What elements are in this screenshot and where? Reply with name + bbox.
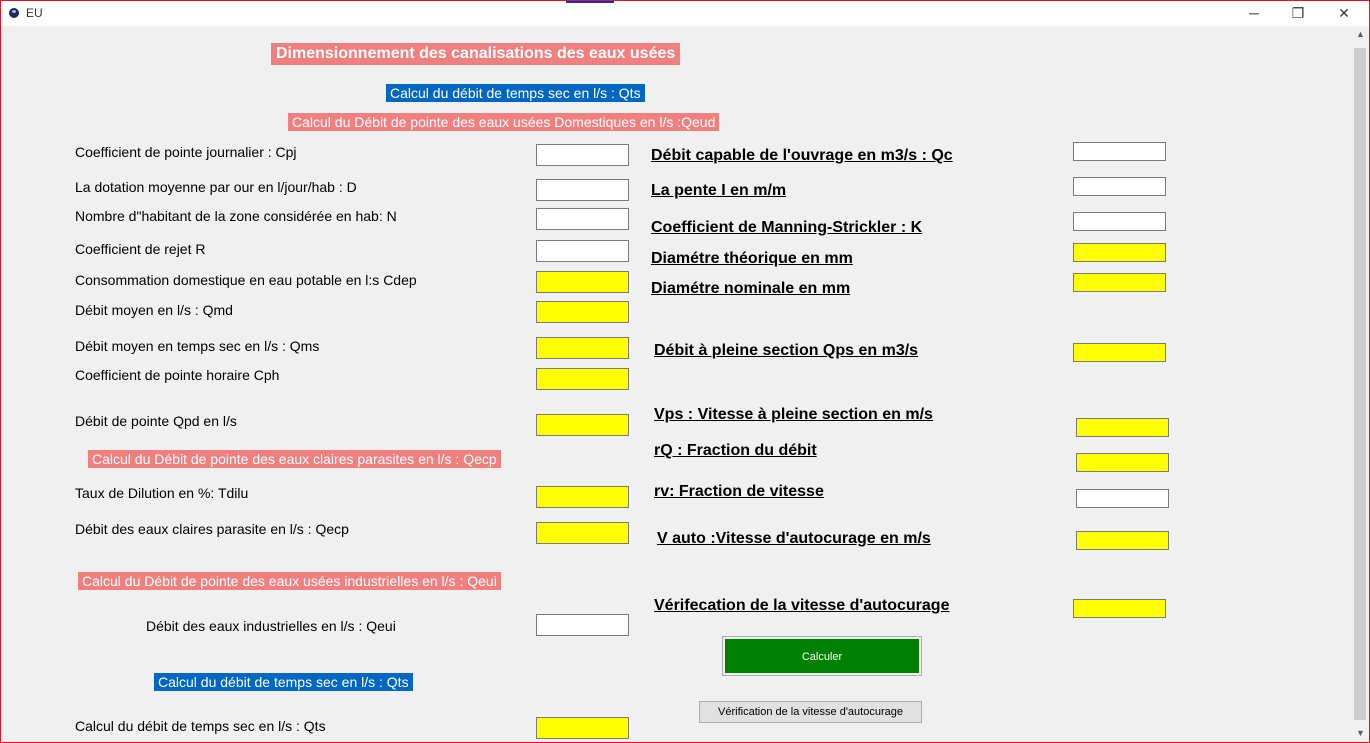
vertical-scrollbar[interactable]: ▲ ▼ [1352, 26, 1369, 742]
form-client-area: Dimensionnement des canalisations des ea… [1, 26, 1351, 742]
label-rq: rQ : Fraction du débit [654, 442, 817, 459]
input-qeui[interactable] [536, 614, 629, 636]
output-cdep[interactable] [536, 271, 629, 293]
input-coef-rejet[interactable] [536, 240, 629, 262]
label-cpj: Coefficient de pointe journalier : Cpj [75, 144, 297, 160]
label-qc: Débit capable de l'ouvrage en m3/s : Qc [651, 147, 953, 164]
label-vps: Vps : Vitesse à pleine section en m/s [654, 406, 933, 423]
calculer-button-label: Calculer [725, 639, 919, 673]
output-diam-nominale[interactable] [1073, 273, 1166, 292]
label-dotation: La dotation moyenne par our en l/jour/ha… [75, 179, 357, 195]
output-verification[interactable] [1073, 599, 1166, 618]
label-qps: Débit à pleine section Qps en m3/s [654, 342, 919, 359]
input-habitants[interactable] [536, 208, 629, 230]
close-button[interactable]: ✕ [1321, 1, 1367, 26]
label-pente: La pente I en m/m [651, 182, 787, 199]
label-manning: Coefficient de Manning-Strickler : K [651, 219, 923, 236]
output-qpd[interactable] [536, 414, 629, 436]
label-habitants: Nombre d"habitant de la zone considérée … [75, 208, 397, 224]
label-cph: Coefficient de pointe horaire Cph [75, 367, 280, 383]
input-dotation[interactable] [536, 179, 629, 201]
label-qecp: Débit des eaux claires parasite en l/s :… [75, 521, 349, 537]
output-qts[interactable] [536, 717, 629, 739]
app-icon [9, 8, 19, 18]
label-rv: rv: Fraction de vitesse [654, 483, 824, 500]
window-title: EU [26, 6, 43, 20]
output-tdilu[interactable] [536, 486, 629, 508]
section-header-qeud: Calcul du Débit de pointe des eaux usées… [288, 113, 720, 131]
scroll-thumb[interactable] [1354, 48, 1366, 720]
label-verification: Vérifecation de la vitesse d'autocurage [654, 597, 950, 614]
output-v-auto[interactable] [1076, 531, 1169, 550]
input-pente[interactable] [1073, 177, 1166, 196]
output-qecp[interactable] [536, 522, 629, 544]
label-qmd: Débit moyen en l/s : Qmd [75, 302, 233, 318]
label-cdep: Consommation domestique en eau potable e… [75, 272, 417, 288]
input-qc[interactable] [1073, 142, 1166, 161]
calculer-button[interactable]: Calculer [722, 636, 922, 676]
output-cph[interactable] [536, 368, 629, 390]
label-qpd: Débit de pointe Qpd en l/s [75, 413, 237, 429]
label-diam-nominale: Diamétre nominale en mm [651, 280, 851, 297]
title-accent-line [566, 1, 614, 3]
scroll-up-arrow-icon[interactable]: ▲ [1352, 26, 1369, 43]
label-qms: Débit moyen en temps sec en l/s : Qms [75, 338, 320, 354]
output-qmd[interactable] [536, 301, 629, 323]
section-header-qts-bottom: Calcul du débit de temps sec en l/s : Qt… [154, 673, 413, 691]
verification-button[interactable]: Vérification de la vitesse d'autocurage [699, 701, 922, 723]
output-qms[interactable] [536, 337, 629, 359]
output-vps[interactable] [1076, 418, 1169, 437]
label-qeui: Débit des eaux industrielles en l/s : Qe… [146, 618, 396, 634]
label-qts: Calcul du débit de temps sec en l/s : Qt… [75, 718, 326, 734]
label-tdilu: Taux de Dilution en %: Tdilu [75, 485, 249, 501]
section-header-qecp: Calcul du Débit de pointe des eaux clair… [88, 450, 501, 468]
section-header-qeui: Calcul du Débit de pointe des eaux usées… [78, 572, 501, 590]
main-title: Dimensionnement des canalisations des ea… [271, 43, 681, 65]
section-header-qts-top: Calcul du débit de temps sec en l/s : Qt… [386, 84, 645, 102]
title-bar[interactable]: EU ─ ❐ ✕ [1, 1, 1369, 26]
output-diam-theorique[interactable] [1073, 243, 1166, 262]
output-rv[interactable] [1076, 489, 1169, 508]
input-cpj[interactable] [536, 144, 629, 166]
scroll-down-arrow-icon[interactable]: ▼ [1352, 725, 1369, 742]
label-diam-theorique: Diamétre théorique en mm [651, 250, 853, 267]
minimize-button[interactable]: ─ [1231, 1, 1277, 26]
label-v-auto: V auto :Vitesse d'autocurage en m/s [657, 530, 931, 547]
input-manning[interactable] [1073, 212, 1166, 231]
output-rq[interactable] [1076, 453, 1169, 472]
restore-button[interactable]: ❐ [1275, 1, 1321, 26]
app-window: EU ─ ❐ ✕ Dimensionnement des canalisatio… [0, 0, 1370, 743]
output-qps[interactable] [1073, 343, 1166, 362]
label-coef-rejet: Coefficient de rejet R [75, 241, 206, 257]
